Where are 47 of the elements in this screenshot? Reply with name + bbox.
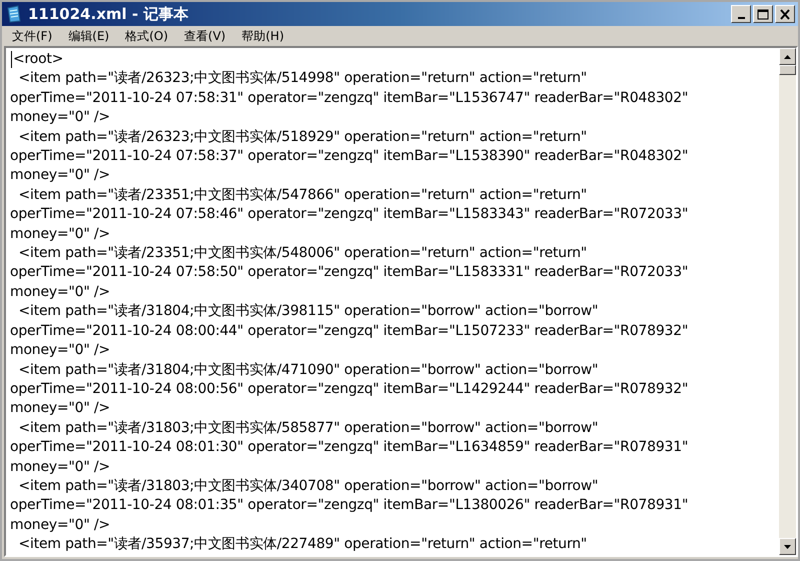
maximize-button[interactable] — [753, 5, 773, 23]
text-line: money="0" /> — [10, 282, 110, 302]
text-line: operTime="2011-10-24 08:01:30" operator="zengzq" itemBar="L1634859" readerBar="R078931" — [10, 438, 688, 458]
text-line: <item path="读者/26323;中文图书实体/518929" operation="return" action="return" — [18, 128, 587, 147]
text-line: operTime="2011-10-24 08:00:56" operator="zengzq" itemBar="L1429244" readerBar="R078932" — [10, 380, 688, 399]
text-line: operTime="2011-10-24 07:58:37" operator="zengzq" itemBar="L1538390" readerBar="R048302" — [10, 147, 688, 166]
text-line: money="0" /> — [10, 458, 110, 477]
text-line: <item path="读者/23351;中文图书实体/547866" operation="return" action="return" — [18, 186, 587, 205]
text-line: <item path="读者/26323;中文图书实体/514998" operation="return" action="return" — [18, 69, 587, 88]
maximize-icon — [757, 8, 769, 20]
text-line: operTime="2011-10-24 07:58:46" operator="zengzq" itemBar="L1583343" readerBar="R072033" — [10, 205, 688, 224]
down-arrow-icon — [784, 544, 791, 548]
minimize-button[interactable] — [731, 5, 751, 23]
menu-item[interactable]: 格式(O) — [117, 26, 176, 46]
minimize-icon — [738, 16, 744, 18]
text-line: money="0" /> — [10, 516, 110, 535]
text-line: <item path="读者/31803;中文图书实体/585877" operation="borrow" action="borrow" — [18, 418, 598, 438]
scroll-down-button[interactable] — [779, 538, 796, 555]
up-arrow-icon — [784, 54, 791, 58]
text-line: <item path="读者/35937;中文图书实体/227489" operation="return" action="return" — [18, 535, 587, 554]
text-line: operTime="2011-10-24 07:58:31" operator="zengzq" itemBar="L1536747" readerBar="R048302" — [10, 88, 688, 108]
window-title: 111024.xml - 记事本 — [28, 4, 190, 24]
menu-item[interactable]: 帮助(H) — [234, 26, 292, 46]
menu-item[interactable]: 查看(V) — [176, 26, 234, 46]
scroll-up-button[interactable] — [779, 48, 796, 65]
text-line: money="0" /> — [10, 399, 110, 418]
notepad-icon — [6, 5, 22, 23]
text-line: operTime="2011-10-24 08:00:44" operator="zengzq" itemBar="L1507233" readerBar="R078932" — [10, 322, 688, 341]
close-icon — [779, 8, 791, 20]
text-line: <root> — [13, 50, 64, 69]
text-area[interactable] — [4, 46, 798, 557]
text-line: <item path="读者/31803;中文图书实体/340708" operation="borrow" action="borrow" — [18, 476, 598, 496]
text-cursor — [11, 51, 12, 68]
text-line: operTime="2011-10-24 07:58:50" operator="zengzq" itemBar="L1583331" readerBar="R072033" — [10, 263, 688, 282]
menu-item[interactable]: 文件(F) — [4, 26, 60, 46]
text-line: <item path="读者/31804;中文图书实体/398115" operation="borrow" action="borrow" — [18, 302, 598, 322]
text-line: money="0" /> — [10, 341, 110, 360]
text-line: money="0" /> — [10, 108, 110, 128]
text-line: <item path="读者/23351;中文图书实体/548006" operation="return" action="return" — [18, 244, 587, 264]
text-line: operTime="2011-10-24 08:01:35" operator="zengzq" itemBar="L1380026" readerBar="R078931" — [10, 496, 688, 516]
scroll-thumb[interactable] — [779, 65, 796, 75]
text-line: money="0" /> — [10, 166, 110, 186]
text-line: money="0" /> — [10, 224, 110, 244]
scrollbar[interactable] — [779, 48, 796, 555]
menu-item[interactable]: 编辑(E) — [60, 26, 118, 46]
text-line: <item path="读者/31804;中文图书实体/471090" operation="borrow" action="borrow" — [18, 360, 598, 380]
close-button[interactable] — [775, 5, 795, 23]
